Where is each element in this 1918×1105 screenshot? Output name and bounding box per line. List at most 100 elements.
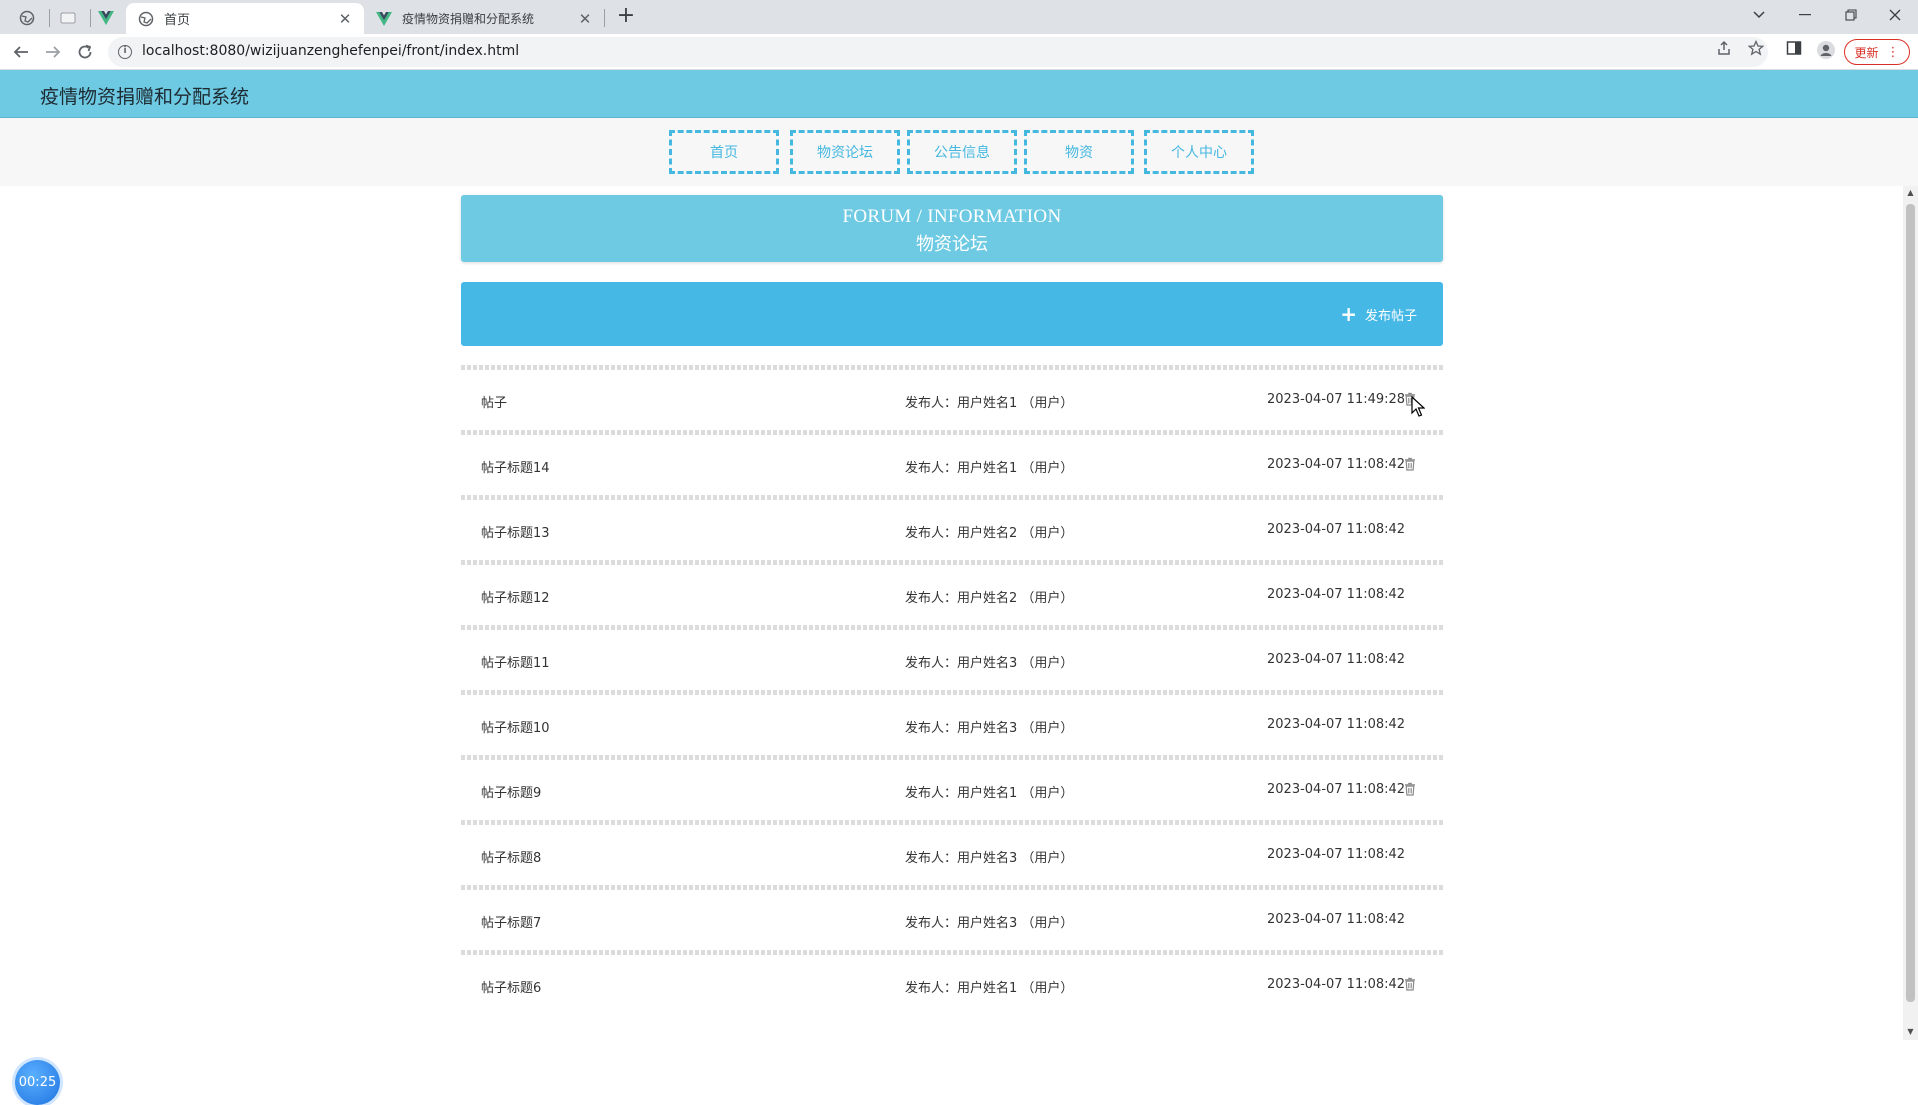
post-title[interactable]: 帖子标题7 — [481, 912, 541, 931]
side-panel-icon[interactable] — [1784, 40, 1804, 60]
delete-trash-icon[interactable] — [1403, 782, 1417, 796]
update-button[interactable]: 更新 ⋮ — [1844, 39, 1910, 65]
post-row[interactable]: 帖子标题14 发布人：用户姓名1 （用户） 2023-04-07 11:08:42 — [461, 435, 1443, 495]
post-time: 2023-04-07 11:08:42 — [1267, 587, 1406, 602]
post-author: 发布人：用户姓名3 （用户） — [905, 721, 1074, 736]
post-row[interactable]: 帖子 发布人：用户姓名1 （用户） 2023-04-07 11:49:28 — [461, 370, 1443, 430]
publish-post-button[interactable]: + 发布帖子 — [1340, 304, 1417, 324]
address-bar[interactable]: i localhost:8080/wizijuanzenghefenpei/fr… — [108, 37, 1768, 67]
more-vert-icon: ⋮ — [1886, 44, 1900, 60]
post-title[interactable]: 帖子标题9 — [481, 782, 541, 801]
pinned-tab-globe[interactable] — [9, 4, 45, 32]
post-author: 发布人：用户姓名3 （用户） — [905, 656, 1074, 671]
post-row[interactable]: 帖子标题13 发布人：用户姓名2 （用户） 2023-04-07 11:08:42 — [461, 500, 1443, 560]
bookmark-star-icon[interactable] — [1746, 39, 1766, 60]
reload-icon[interactable] — [72, 39, 98, 65]
post-time: 2023-04-07 11:08:42 — [1267, 977, 1406, 992]
scrollbar-thumb[interactable] — [1906, 204, 1915, 1002]
banner-english-title: FORUM / INFORMATION — [842, 206, 1062, 227]
post-time: 2023-04-07 11:08:42 — [1267, 652, 1406, 667]
close-icon[interactable]: ✕ — [576, 10, 594, 28]
nav-forum[interactable]: 物资论坛 — [790, 130, 900, 174]
post-row[interactable]: 帖子标题8 发布人：用户姓名3 （用户） 2023-04-07 11:08:42 — [461, 825, 1443, 885]
forum-banner: FORUM / INFORMATION 物资论坛 — [461, 195, 1443, 262]
pinned-tab-blank[interactable] — [50, 4, 86, 32]
forward-icon[interactable] — [40, 39, 66, 65]
mouse-cursor-icon — [1411, 396, 1425, 417]
post-author: 发布人：用户姓名1 （用户） — [905, 396, 1074, 411]
globe-icon — [19, 10, 35, 26]
scroll-up-icon[interactable]: ▲ — [1906, 188, 1915, 197]
site-title: 疫情物资捐赠和分配系统 — [40, 86, 250, 108]
post-title[interactable]: 帖子标题14 — [481, 457, 550, 476]
publish-post-label: 发布帖子 — [1364, 308, 1417, 324]
post-time: 2023-04-07 11:08:42 — [1267, 912, 1406, 927]
post-author: 发布人：用户姓名2 （用户） — [905, 526, 1074, 541]
vue-icon — [98, 11, 114, 25]
page-scrollbar[interactable]: ▲ ▼ — [1903, 186, 1918, 1040]
browser-tab-strip: 首页 ✕ 疫情物资捐赠和分配系统 ✕ + — [0, 0, 1918, 34]
pinned-tab-vue[interactable] — [88, 4, 124, 32]
blank-page-icon — [60, 12, 76, 24]
timer-badge[interactable]: 00:25 — [15, 1060, 60, 1105]
post-author: 发布人：用户姓名1 （用户） — [905, 981, 1074, 996]
post-list: 帖子 发布人：用户姓名1 （用户） 2023-04-07 11:49:28 帖子标题1… — [461, 365, 1443, 1015]
post-author: 发布人：用户姓名1 （用户） — [905, 461, 1074, 476]
post-time: 2023-04-07 11:08:42 — [1267, 717, 1406, 732]
update-label: 更新 — [1854, 45, 1879, 60]
post-row[interactable]: 帖子标题7 发布人：用户姓名3 （用户） 2023-04-07 11:08:42 — [461, 890, 1443, 950]
tab-home[interactable]: 首页 ✕ — [126, 3, 364, 34]
close-window-icon[interactable] — [1872, 0, 1918, 30]
back-icon[interactable] — [8, 39, 34, 65]
nav-personal-center[interactable]: 个人中心 — [1144, 130, 1254, 174]
post-title[interactable]: 帖子标题11 — [481, 652, 550, 671]
delete-trash-icon[interactable] — [1403, 977, 1417, 991]
post-title[interactable]: 帖子标题13 — [481, 522, 550, 541]
profile-avatar-icon[interactable] — [1816, 40, 1836, 60]
nav-home[interactable]: 首页 — [669, 130, 779, 174]
post-title[interactable]: 帖子 — [481, 392, 507, 411]
vue-icon — [376, 11, 392, 27]
tab-separator — [604, 9, 605, 27]
close-icon[interactable]: ✕ — [336, 10, 354, 28]
tab-system[interactable]: 疫情物资捐赠和分配系统 ✕ — [364, 3, 604, 34]
post-author: 发布人：用户姓名2 （用户） — [905, 591, 1074, 606]
forum-action-bar: + 发布帖子 — [461, 282, 1443, 346]
url-text[interactable]: localhost:8080/wizijuanzenghefenpei/fron… — [142, 43, 519, 59]
banner-chinese-title: 物资论坛 — [916, 234, 988, 255]
new-tab-button[interactable]: + — [614, 5, 638, 29]
tab-title: 首页 — [164, 13, 191, 28]
post-time: 2023-04-07 11:08:42 — [1267, 782, 1406, 797]
tab-search-icon[interactable] — [1736, 0, 1782, 30]
info-icon[interactable]: i — [118, 45, 132, 59]
scroll-down-icon[interactable]: ▼ — [1906, 1027, 1915, 1036]
post-row[interactable]: 帖子标题6 发布人：用户姓名1 （用户） 2023-04-07 11:08:42 — [461, 955, 1443, 1015]
nav-announcements[interactable]: 公告信息 — [907, 130, 1017, 174]
post-title[interactable]: 帖子标题10 — [481, 717, 550, 736]
post-time: 2023-04-07 11:08:42 — [1267, 522, 1406, 537]
globe-icon — [138, 11, 154, 27]
post-time: 2023-04-07 11:08:42 — [1267, 457, 1406, 472]
post-author: 发布人：用户姓名1 （用户） — [905, 786, 1074, 801]
tab-title: 疫情物资捐赠和分配系统 — [402, 12, 535, 26]
post-author: 发布人：用户姓名3 （用户） — [905, 851, 1074, 866]
post-time: 2023-04-07 11:49:28 — [1267, 392, 1406, 407]
nav-supplies[interactable]: 物资 — [1024, 130, 1134, 174]
delete-trash-icon[interactable] — [1403, 457, 1417, 471]
post-time: 2023-04-07 11:08:42 — [1267, 847, 1406, 862]
post-title[interactable]: 帖子标题8 — [481, 847, 541, 866]
plus-icon: + — [1340, 302, 1357, 326]
post-title[interactable]: 帖子标题6 — [481, 977, 541, 996]
share-icon[interactable] — [1714, 40, 1734, 60]
minimize-icon[interactable] — [1782, 0, 1828, 30]
post-row[interactable]: 帖子标题10 发布人：用户姓名3 （用户） 2023-04-07 11:08:42 — [461, 695, 1443, 755]
post-row[interactable]: 帖子标题9 发布人：用户姓名1 （用户） 2023-04-07 11:08:42 — [461, 760, 1443, 820]
browser-toolbar: i localhost:8080/wizijuanzenghefenpei/fr… — [0, 34, 1918, 70]
post-row[interactable]: 帖子标题12 发布人：用户姓名2 （用户） 2023-04-07 11:08:42 — [461, 565, 1443, 625]
post-row[interactable]: 帖子标题11 发布人：用户姓名3 （用户） 2023-04-07 11:08:42 — [461, 630, 1443, 690]
site-header: 疫情物资捐赠和分配系统 — [0, 70, 1918, 118]
post-title[interactable]: 帖子标题12 — [481, 587, 550, 606]
post-author: 发布人：用户姓名3 （用户） — [905, 916, 1074, 931]
restore-icon[interactable] — [1828, 0, 1874, 30]
page-viewport: 疫情物资捐赠和分配系统 首页 物资论坛 公告信息 物资 个人中心 FORUM /… — [0, 70, 1918, 1105]
